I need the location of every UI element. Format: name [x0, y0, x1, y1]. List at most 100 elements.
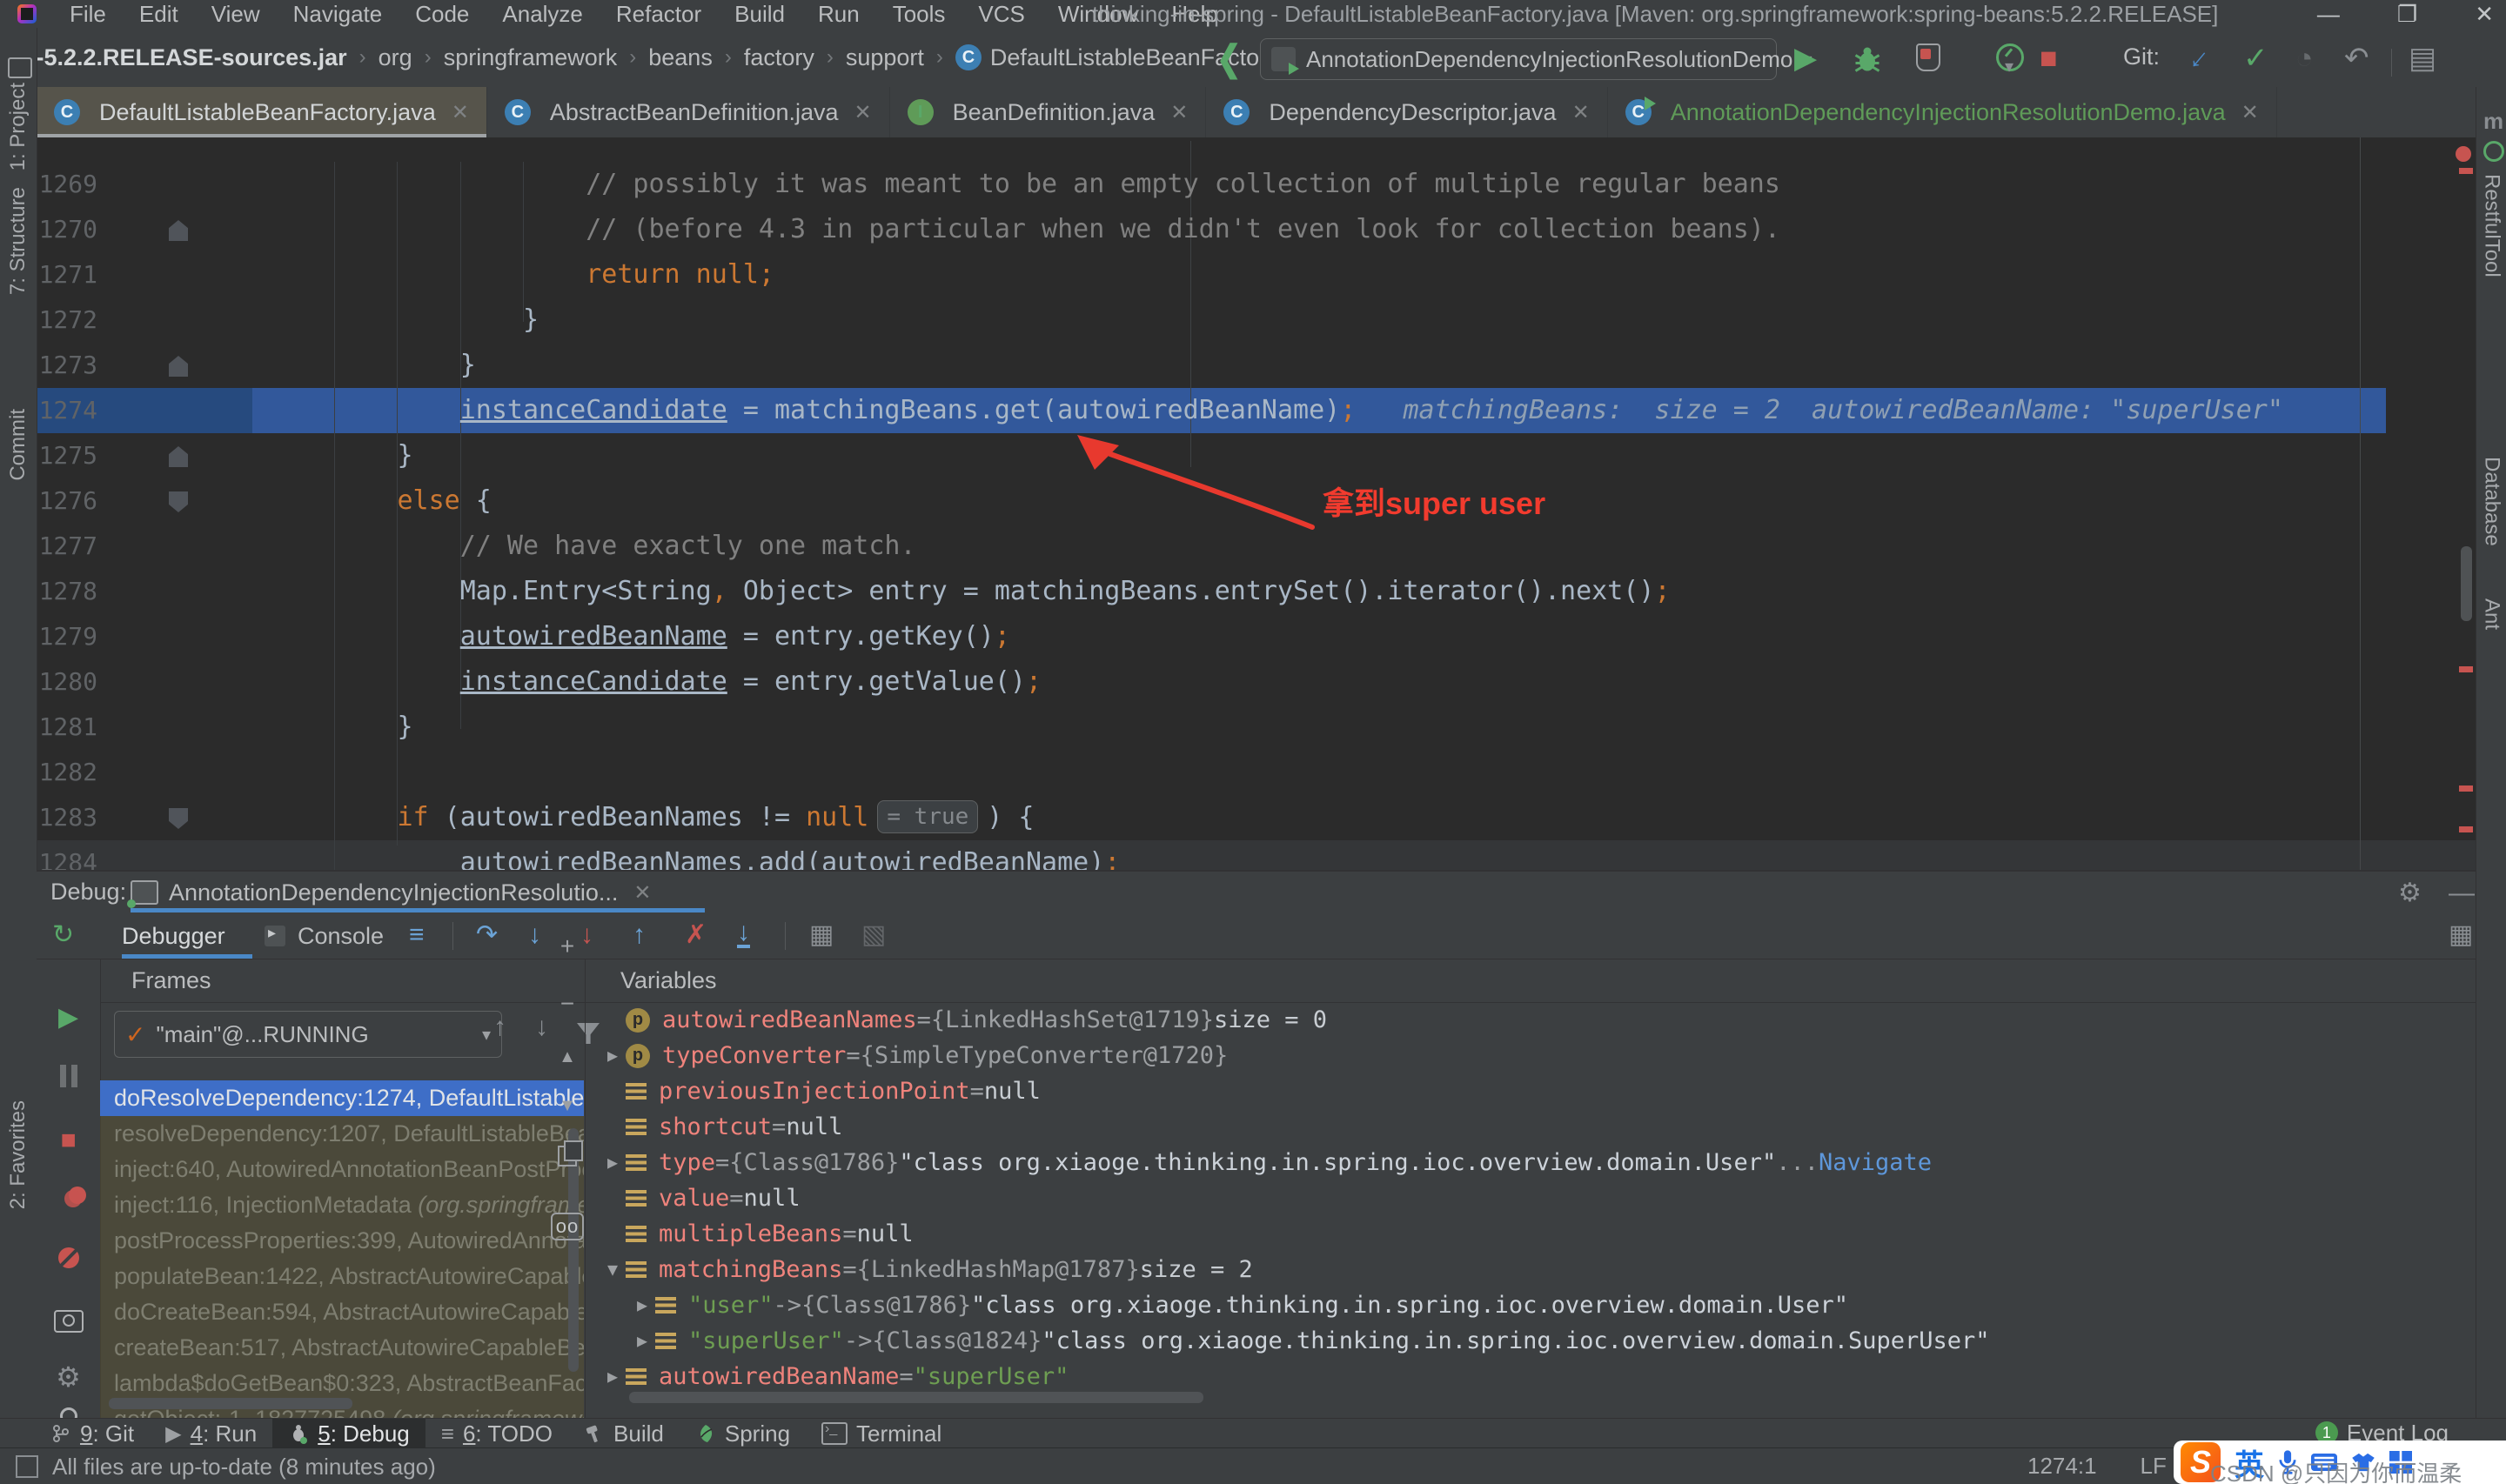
maximize-icon[interactable]: ❐	[2397, 1, 2417, 28]
variable-row[interactable]: ▶ type = {Class@1786} "class org.xiaoge.t…	[586, 1145, 2476, 1180]
close-icon[interactable]: ✕	[1572, 100, 1590, 125]
stripe-item-restfultool[interactable]: RestfulTool	[2476, 174, 2506, 277]
editor-tab[interactable]: C AbstractBeanDefinition.java ✕	[487, 87, 890, 137]
toolwindow-button-spring[interactable]: Spring	[680, 1419, 806, 1448]
editor-tab[interactable]: C AnnotationDependencyInjectionResolution…	[1608, 87, 2277, 137]
maven-icon[interactable]: m	[2483, 108, 2503, 135]
rerun-icon[interactable]: ↻	[52, 922, 74, 948]
stripe-item-ant[interactable]: Ant	[2476, 598, 2506, 630]
duplicate-icon[interactable]	[550, 1140, 585, 1173]
tree-expand-icon[interactable]: ▶	[600, 1359, 626, 1394]
debug-button[interactable]	[1852, 43, 1883, 75]
stack-frame-row[interactable]: postProcessProperties:399, AutowiredAnno…	[100, 1223, 584, 1259]
stack-frame-row[interactable]: doResolveDependency:1274, DefaultListabl…	[100, 1080, 584, 1116]
run-configuration-select[interactable]: AnnotationDependencyInjectionResolutionD…	[1260, 38, 1812, 80]
threads-view-icon[interactable]: ≡	[409, 922, 425, 948]
breadcrumb-item[interactable]: support	[846, 44, 924, 71]
stripe-item----favorites[interactable]: 2: Favorites	[0, 1100, 37, 1209]
variable-row[interactable]: ▶ p typeConverter = {SimpleTypeConverter@1…	[586, 1038, 2476, 1073]
move-up-icon[interactable]: ▲	[550, 1047, 585, 1067]
line-ending[interactable]: LF	[2141, 1453, 2167, 1480]
variable-row[interactable]: shortcut = null	[586, 1109, 2476, 1145]
editor-scrollbar[interactable]	[2461, 546, 2472, 621]
editor-tab[interactable]: I BeanDefinition.java ✕	[890, 87, 1207, 137]
tree-expand-icon[interactable]: ▼	[600, 1252, 626, 1287]
error-stripe-mark[interactable]	[2459, 168, 2473, 174]
tab-console[interactable]: Console	[298, 913, 384, 959]
stack-frame-row[interactable]: lambda$doGetBean$0:323, AbstractBeanFact…	[100, 1366, 584, 1401]
menu-item-view[interactable]: View	[211, 1, 260, 28]
stack-frame-row[interactable]: createBean:517, AbstractAutowireCapableB…	[100, 1330, 584, 1366]
editor-tab[interactable]: C DependencyDescriptor.java ✕	[1206, 87, 1608, 137]
breadcrumb-item[interactable]: beans	[648, 44, 713, 71]
fold-marker-icon[interactable]	[169, 356, 188, 377]
fold-marker-icon[interactable]	[169, 220, 188, 241]
stripe-item-database[interactable]: Database	[2476, 457, 2506, 546]
tree-expand-icon[interactable]: ▶	[600, 1038, 626, 1073]
recent-locations-icon[interactable]: ❮	[1216, 38, 1242, 80]
git-rollback-icon[interactable]: ↶	[2344, 43, 2369, 73]
toolwindow-button-todo[interactable]: ≡ 6: TODO	[425, 1419, 568, 1448]
fold-marker-icon[interactable]	[169, 808, 188, 829]
run-button[interactable]: ▶	[1794, 43, 1817, 73]
menu-item-tools[interactable]: Tools	[893, 1, 946, 28]
variable-row[interactable]: previousInjectionPoint = null	[586, 1073, 2476, 1109]
git-update-icon[interactable]: ↓	[2184, 41, 2216, 76]
breadcrumb-item[interactable]: springframework	[444, 44, 618, 71]
tree-expand-icon[interactable]: ▶	[600, 1145, 626, 1180]
variable-row[interactable]: ▼ matchingBeans = {LinkedHashMap@1787} si…	[586, 1252, 2476, 1287]
step-out-icon[interactable]: ↑	[633, 922, 646, 948]
fold-marker-icon[interactable]	[169, 491, 188, 512]
close-icon[interactable]: ✕	[633, 880, 651, 906]
error-stripe-mark[interactable]	[2459, 826, 2473, 832]
remove-watch-icon[interactable]: −	[550, 990, 585, 1018]
prev-frame-icon[interactable]: ↑	[493, 1013, 506, 1042]
variable-row[interactable]: p autowiredBeanNames = {LinkedHashSet@171…	[586, 1002, 2476, 1038]
get-thread-dump-icon[interactable]	[37, 1310, 100, 1337]
evaluate-expression-icon[interactable]: ▦	[809, 922, 834, 948]
toolwindow-button-build[interactable]: Build	[568, 1419, 680, 1448]
next-frame-icon[interactable]: ↓	[535, 1013, 548, 1042]
hide-panel-icon[interactable]: —	[2449, 880, 2475, 906]
debug-settings-gear-icon[interactable]: ⚙	[37, 1360, 100, 1394]
menu-item-refactor[interactable]: Refactor	[616, 1, 701, 28]
git-commit-icon[interactable]: ✓	[2243, 43, 2268, 73]
move-down-icon[interactable]: ▼	[550, 1096, 585, 1116]
toolwindow-button-debug[interactable]: 5: Debug	[272, 1419, 425, 1448]
variable-text[interactable]: Navigate	[1819, 1145, 1932, 1180]
stack-frame-row[interactable]: populateBean:1422, AbstractAutowireCapab…	[100, 1259, 584, 1294]
variable-row[interactable]: value = null	[586, 1180, 2476, 1216]
diff-icon[interactable]: ▤	[2409, 43, 2436, 73]
fold-marker-icon[interactable]	[169, 446, 188, 467]
toolwindow-button-terminal[interactable]: Terminal	[806, 1419, 957, 1448]
breadcrumb-item[interactable]: factory	[744, 44, 814, 71]
thread-selector[interactable]: ✓ "main"@...RUNNING ▾	[114, 1011, 502, 1058]
close-icon[interactable]: ✕	[452, 100, 469, 125]
step-over-icon[interactable]: ↷	[476, 922, 498, 948]
menu-item-analyze[interactable]: Analyze	[502, 1, 583, 28]
variables-hscrollbar[interactable]	[629, 1392, 1203, 1403]
run-to-cursor-icon[interactable]: ↓	[737, 919, 750, 948]
git-history-icon[interactable]: ◔	[2295, 43, 2314, 73]
variable-row[interactable]: ▶ "user" -> {Class@1786} "class org.xiaog…	[586, 1287, 2476, 1323]
toolwindow-button-run[interactable]: ▶ 4: Run	[150, 1419, 272, 1448]
pause-icon[interactable]	[37, 1065, 100, 1092]
error-stripe-mark[interactable]	[2459, 785, 2473, 792]
menu-item-build[interactable]: Build	[734, 1, 785, 28]
stripe-item-commit[interactable]: Commit	[0, 409, 37, 481]
stripe-item----structure[interactable]: 7: Structure	[0, 187, 37, 295]
stack-frame-row[interactable]: doCreateBean:594, AbstractAutowireCapabl…	[100, 1294, 584, 1330]
menu-item-edit[interactable]: Edit	[139, 1, 178, 28]
toolwindow-button-git[interactable]: 9: Git	[35, 1419, 150, 1448]
profiler-chevron-icon[interactable]: ▾	[2005, 52, 2014, 82]
stop-icon[interactable]: ■	[37, 1126, 100, 1155]
variable-row[interactable]: ▶ autowiredBeanName = "superUser"	[586, 1359, 2476, 1394]
resume-icon[interactable]: ▶	[37, 1002, 100, 1033]
variable-row[interactable]: ▶ "superUser" -> {Class@1824} "class org.…	[586, 1323, 2476, 1359]
tree-expand-icon[interactable]: ▶	[629, 1287, 655, 1323]
add-watch-icon[interactable]: +	[550, 933, 585, 960]
editor-tab[interactable]: C DefaultListableBeanFactory.java ✕	[37, 87, 487, 137]
menu-item-code[interactable]: Code	[415, 1, 469, 28]
close-icon[interactable]: ✕	[2475, 1, 2494, 28]
mute-breakpoints-icon[interactable]	[37, 1247, 100, 1273]
